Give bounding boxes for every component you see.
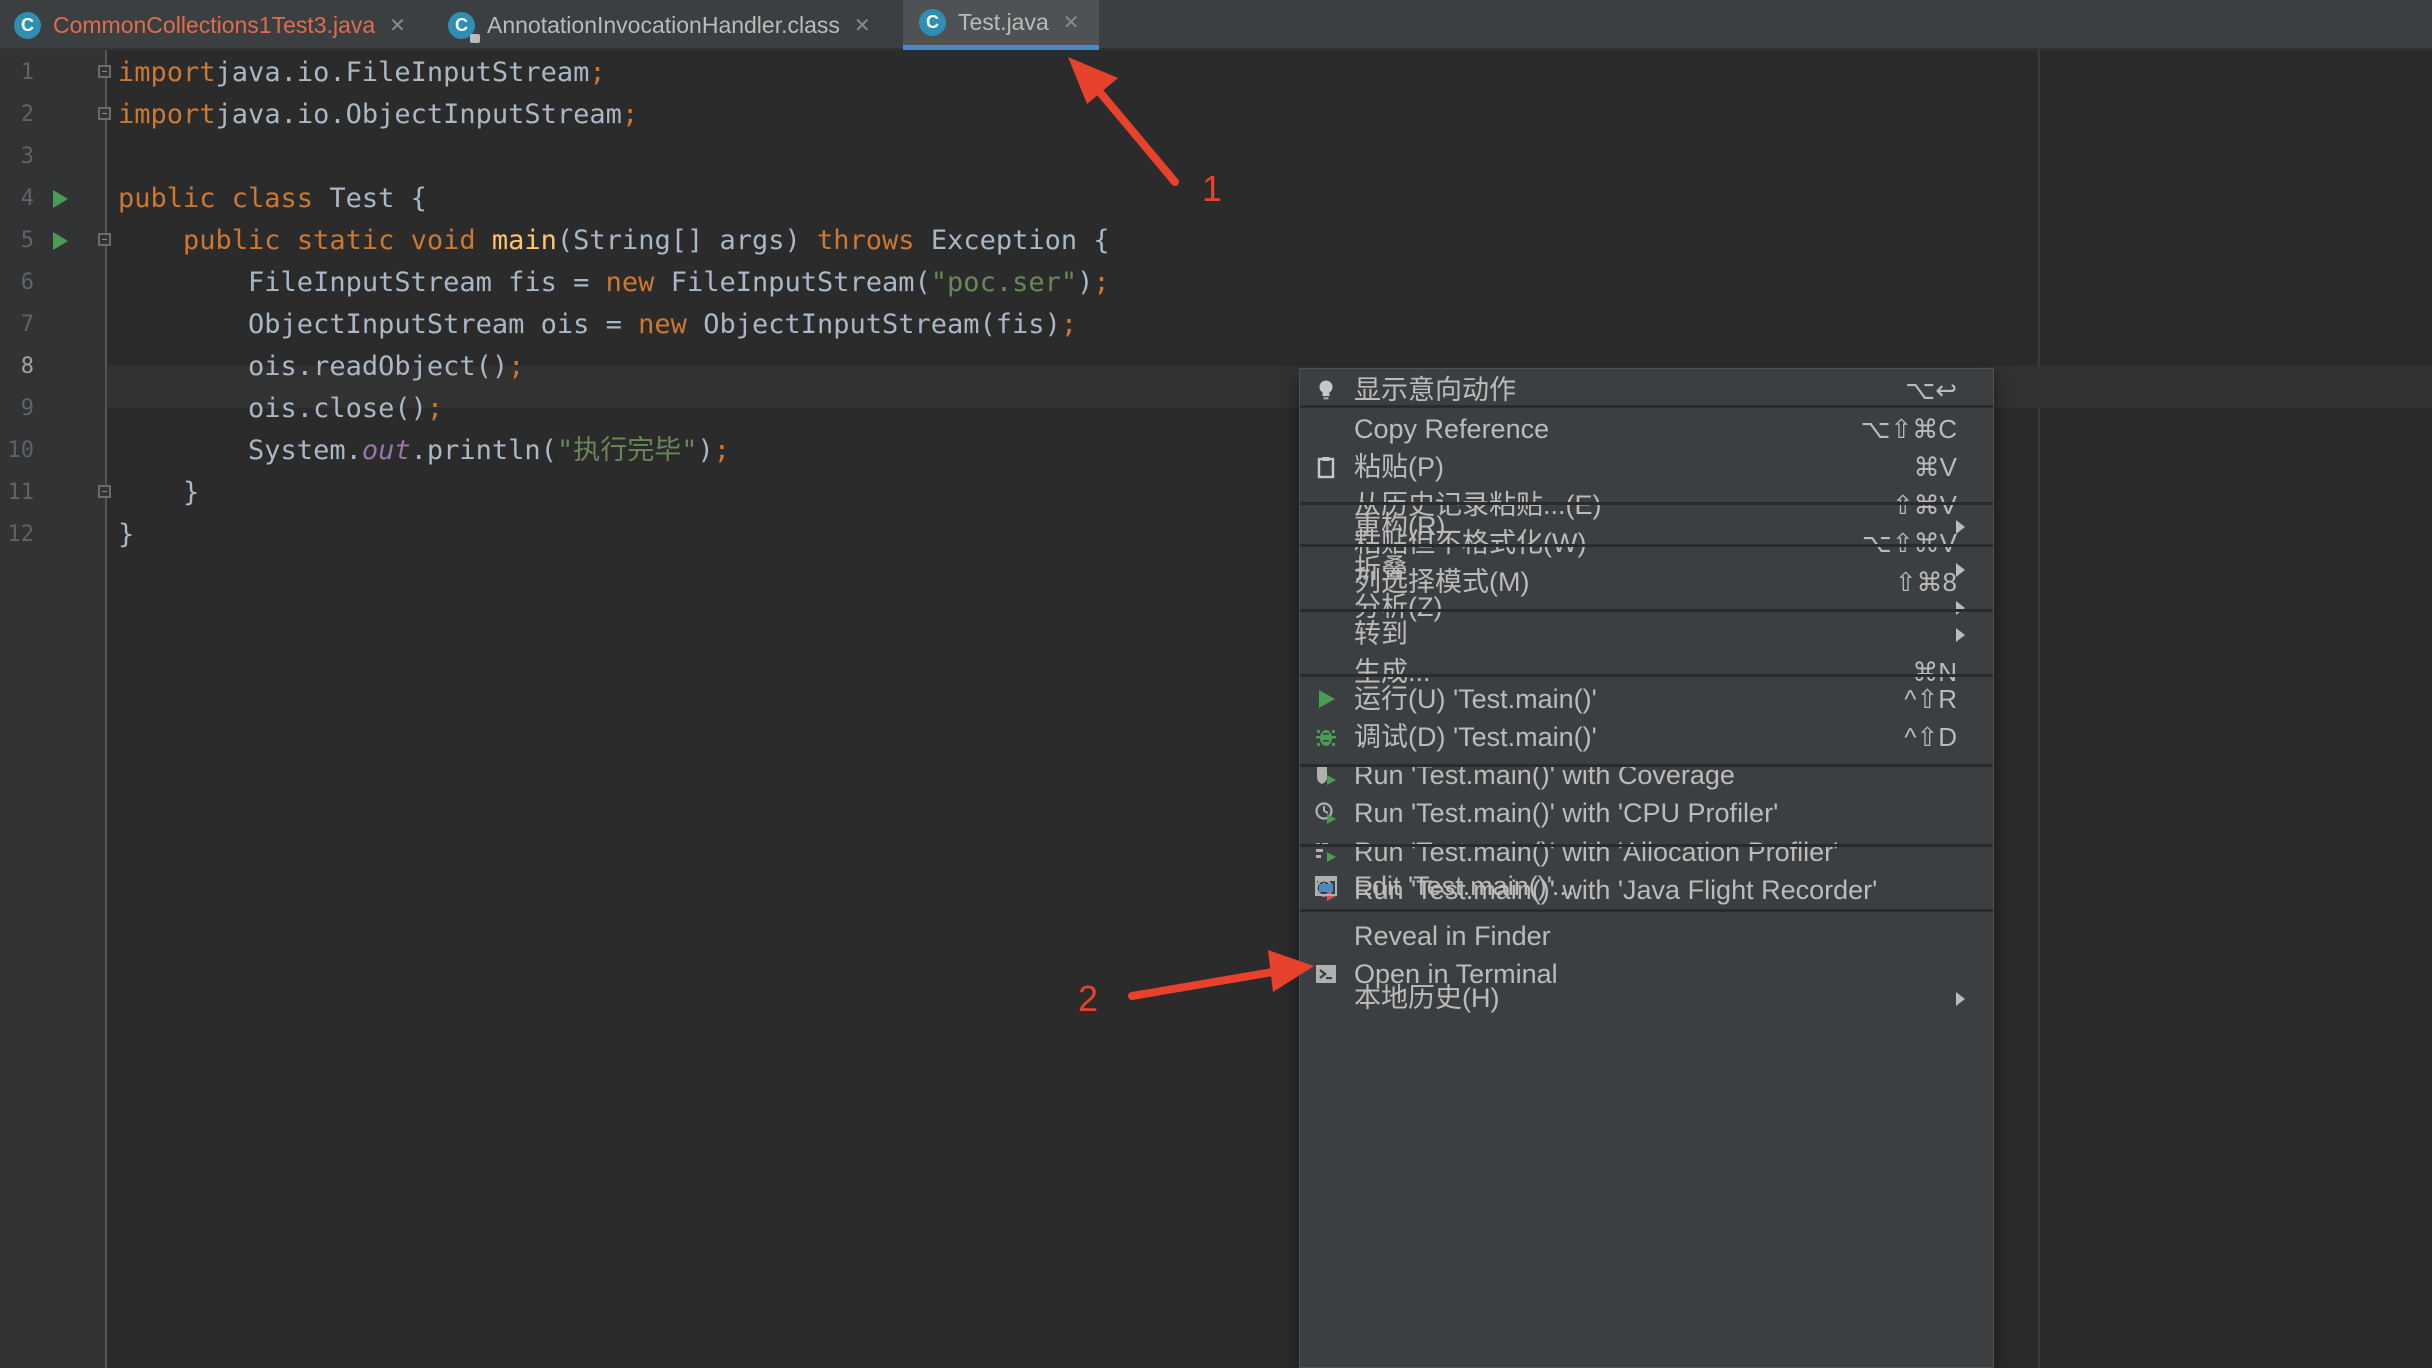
arrow-1	[1068, 57, 1179, 186]
annotation-label-2: 2	[1078, 978, 1099, 1019]
annotation-label-1: 1	[1202, 168, 1223, 209]
arrow-2	[1128, 950, 1314, 1000]
